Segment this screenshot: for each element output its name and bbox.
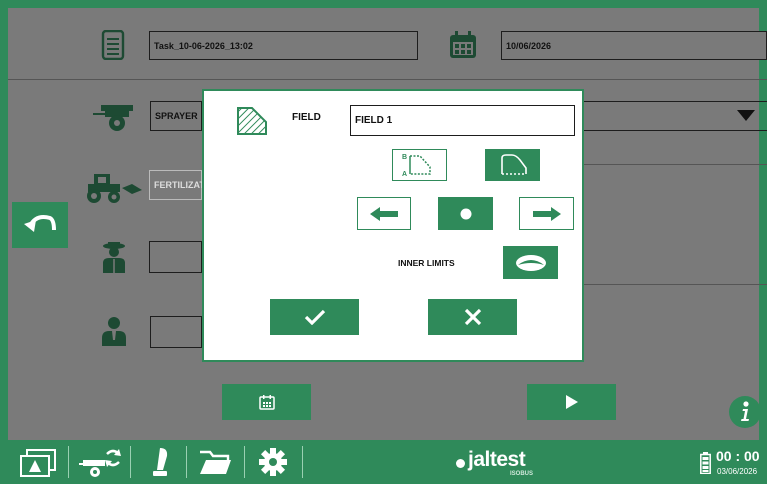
- gear-icon: [259, 448, 287, 476]
- field-polygon-icon: [236, 106, 268, 136]
- back-button[interactable]: [12, 202, 68, 248]
- person-icon: [101, 316, 127, 346]
- bottom-toolbar: jaltest ISOBUS 00 : 00 03/06/2026: [0, 440, 767, 484]
- brand-dot-icon: [456, 458, 465, 468]
- dropdown-arrow-icon[interactable]: [737, 110, 755, 122]
- map-button[interactable]: [14, 446, 62, 480]
- field-shape-button[interactable]: [485, 149, 540, 181]
- ab-line-button[interactable]: BA: [392, 149, 447, 181]
- tractor-icon: [82, 170, 144, 204]
- ab-line-icon: BA: [402, 154, 431, 178]
- folder-button[interactable]: [192, 445, 238, 479]
- farmer-icon: [101, 241, 127, 273]
- toolbar-divider: [68, 446, 69, 478]
- clock-time: 00 : 00: [716, 448, 760, 464]
- check-icon: [304, 309, 325, 325]
- confirm-button[interactable]: [270, 299, 359, 335]
- brand-logo: jaltest: [456, 448, 526, 472]
- svg-text:B: B: [402, 154, 407, 161]
- divider: [584, 164, 767, 165]
- start-button[interactable]: [527, 384, 616, 420]
- brand-subtitle: ISOBUS: [510, 471, 534, 477]
- schedule-button[interactable]: [222, 384, 311, 420]
- battery-icon: [700, 452, 711, 479]
- map-icon: [20, 449, 56, 477]
- field-dialog: FIELD FIELD 1 BA INNER LIMITS: [202, 89, 584, 362]
- calendar-icon: [258, 395, 275, 410]
- joystick-button[interactable]: [140, 445, 180, 479]
- calendar-icon: [448, 30, 478, 60]
- implement-select[interactable]: SPRAYER: [150, 101, 202, 131]
- inner-limits-button[interactable]: [503, 246, 558, 279]
- center-button[interactable]: [438, 197, 493, 230]
- divider: [8, 79, 767, 80]
- inner-limits-icon: [515, 254, 546, 271]
- clock-date: 03/06/2026: [717, 467, 758, 476]
- document-icon: [101, 30, 125, 60]
- settings-button[interactable]: [250, 445, 296, 479]
- operator-field[interactable]: [149, 241, 202, 273]
- task-date-field[interactable]: 10/06/2026: [501, 31, 767, 60]
- arrow-left-icon: [370, 206, 398, 221]
- brand-name: jaltest: [468, 448, 526, 471]
- toolbar-divider: [130, 446, 131, 478]
- implement-sync-button[interactable]: [76, 445, 126, 479]
- info-icon[interactable]: [729, 396, 761, 428]
- field-name-input[interactable]: FIELD 1: [350, 105, 575, 136]
- joystick-icon: [153, 448, 168, 476]
- inner-limits-label: INNER LIMITS: [398, 258, 455, 268]
- product-select[interactable]: FERTILIZAT: [149, 170, 205, 200]
- trailer-sync-icon: [79, 449, 121, 477]
- back-icon: [24, 215, 56, 232]
- svg-text:A: A: [402, 171, 407, 178]
- arrow-right-icon: [532, 206, 561, 221]
- cancel-button[interactable]: [428, 299, 517, 335]
- folder-icon: [200, 450, 231, 474]
- play-icon: [565, 395, 578, 409]
- next-button[interactable]: [519, 197, 574, 230]
- toolbar-divider: [186, 446, 187, 478]
- close-icon: [464, 308, 481, 326]
- field-shape-icon: [500, 154, 527, 175]
- dot-icon: [460, 208, 471, 219]
- task-name-field[interactable]: Task_10-06-2026_13:02: [149, 31, 418, 60]
- previous-button[interactable]: [357, 197, 411, 230]
- client-field[interactable]: [150, 316, 202, 348]
- trailer-icon: [93, 102, 135, 132]
- field-label: FIELD: [292, 112, 321, 123]
- toolbar-divider: [302, 446, 303, 478]
- toolbar-divider: [244, 446, 245, 478]
- divider: [584, 284, 767, 285]
